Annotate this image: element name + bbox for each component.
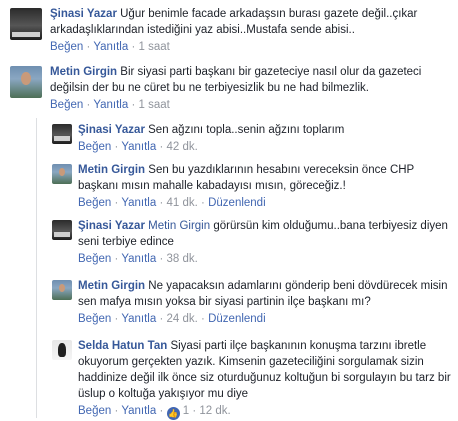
separator: ·	[114, 141, 119, 153]
comment-author[interactable]: Şinasi Yazar	[78, 220, 145, 232]
comment-timestamp[interactable]: 1 saat	[139, 41, 170, 53]
avatar-metin-girgin[interactable]	[52, 164, 72, 184]
like-button[interactable]: Beğen	[78, 313, 111, 325]
avatar-sinasi-yazar[interactable]	[52, 124, 72, 144]
separator: ·	[131, 99, 136, 111]
separator: ·	[159, 253, 164, 265]
reply-button[interactable]: Yanıtla	[121, 197, 156, 209]
edited-label[interactable]: Düzenlendi	[208, 197, 266, 209]
separator: ·	[159, 141, 164, 153]
separator: ·	[86, 41, 91, 53]
comment-author[interactable]: Metin Girgin	[78, 164, 145, 176]
avatar-sinasi-yazar[interactable]	[52, 220, 72, 240]
comment-timestamp[interactable]: 1 saat	[139, 99, 170, 111]
comment-text: Sen ağzını topla..senin ağzını toplarım	[148, 124, 345, 136]
like-button[interactable]: Beğen	[78, 405, 111, 417]
comment-timestamp[interactable]: 41 dk.	[167, 197, 198, 209]
comment-author[interactable]: Şinasi Yazar	[78, 124, 145, 136]
avatar-selda-hatun-tan[interactable]	[52, 340, 72, 360]
reply-thread-line	[36, 118, 37, 418]
comment-author[interactable]: Şinasi Yazar	[50, 8, 117, 20]
mention-link[interactable]: Metin Girgin	[148, 220, 210, 232]
reply-button[interactable]: Yanıtla	[93, 41, 128, 53]
reply-button[interactable]: Yanıtla	[121, 405, 156, 417]
like-button[interactable]: Beğen	[78, 141, 111, 153]
separator: ·	[86, 99, 91, 111]
separator: ·	[114, 253, 119, 265]
separator: ·	[131, 41, 136, 53]
reply-button[interactable]: Yanıtla	[121, 313, 156, 325]
separator: ·	[114, 197, 119, 209]
separator: ·	[159, 197, 164, 209]
like-button[interactable]: Beğen	[50, 41, 83, 53]
edited-label[interactable]: Düzenlendi	[208, 313, 266, 325]
reply-button[interactable]: Yanıtla	[121, 141, 156, 153]
separator: ·	[201, 313, 205, 325]
comment-timestamp[interactable]: 42 dk.	[167, 141, 198, 153]
comment-author[interactable]: Selda Hatun Tan	[78, 340, 167, 352]
reply-button[interactable]: Yanıtla	[93, 99, 128, 111]
separator: ·	[192, 405, 197, 417]
thumbs-up-icon: 👍	[166, 407, 180, 420]
like-button[interactable]: Beğen	[78, 197, 111, 209]
like-button[interactable]: Beğen	[50, 99, 83, 111]
separator: ·	[114, 313, 119, 325]
comment-timestamp[interactable]: 38 dk.	[167, 253, 198, 265]
comment-author[interactable]: Metin Girgin	[50, 66, 117, 78]
comment-timestamp[interactable]: 12 dk.	[199, 405, 230, 417]
avatar-metin-girgin[interactable]	[52, 280, 72, 300]
avatar-metin-girgin[interactable]	[10, 66, 42, 98]
separator: ·	[159, 405, 164, 417]
comment-timestamp[interactable]: 24 dk.	[167, 313, 198, 325]
like-button[interactable]: Beğen	[78, 253, 111, 265]
separator: ·	[201, 197, 205, 209]
separator: ·	[114, 405, 119, 417]
reaction-summary[interactable]: 👍 1	[166, 405, 193, 420]
comment-author[interactable]: Metin Girgin	[78, 280, 145, 292]
avatar-sinasi-yazar[interactable]	[10, 8, 42, 40]
reply-button[interactable]: Yanıtla	[121, 253, 156, 265]
separator: ·	[159, 313, 164, 325]
like-count: 1	[182, 405, 190, 417]
